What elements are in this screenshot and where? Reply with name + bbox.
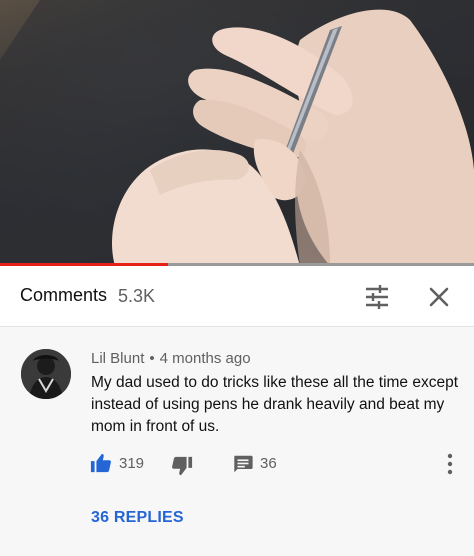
comment-author[interactable]: Lil Blunt [91, 350, 144, 367]
video-player[interactable] [0, 0, 474, 266]
like-count: 319 [119, 455, 145, 472]
comments-header: Comments 5.3K [0, 266, 474, 327]
comment-time: 4 months ago [159, 350, 251, 367]
more-options-button[interactable] [440, 452, 460, 476]
sort-filter-button[interactable] [362, 282, 392, 312]
reply-count: 36 [260, 455, 277, 472]
comment-text: My dad used to do tricks like these all … [91, 374, 459, 435]
dislike-button[interactable] [171, 455, 193, 477]
close-comments-button[interactable] [424, 282, 454, 312]
like-button[interactable] [90, 452, 112, 474]
close-icon [429, 287, 449, 307]
comment-item: Lil Blunt • 4 months ago My dad used to do… [0, 327, 474, 556]
reply-button[interactable] [232, 453, 254, 475]
video-frame-hands [0, 0, 474, 266]
sliders-icon [366, 285, 388, 309]
avatar-image [21, 349, 71, 399]
comment-meta: Lil Blunt • 4 months ago [91, 350, 251, 367]
thumbs-up-icon [90, 453, 111, 473]
comment-icon [234, 455, 253, 473]
view-replies-link[interactable]: 36 REPLIES [91, 509, 184, 527]
meta-separator: • [149, 350, 155, 367]
avatar[interactable] [21, 349, 71, 399]
thumbs-down-icon [172, 456, 193, 476]
comments-title: Comments [20, 285, 108, 305]
more-vertical-icon [447, 453, 453, 475]
comment-actions: 319 36 [0, 452, 474, 482]
comments-count: 5.3K [118, 286, 156, 306]
